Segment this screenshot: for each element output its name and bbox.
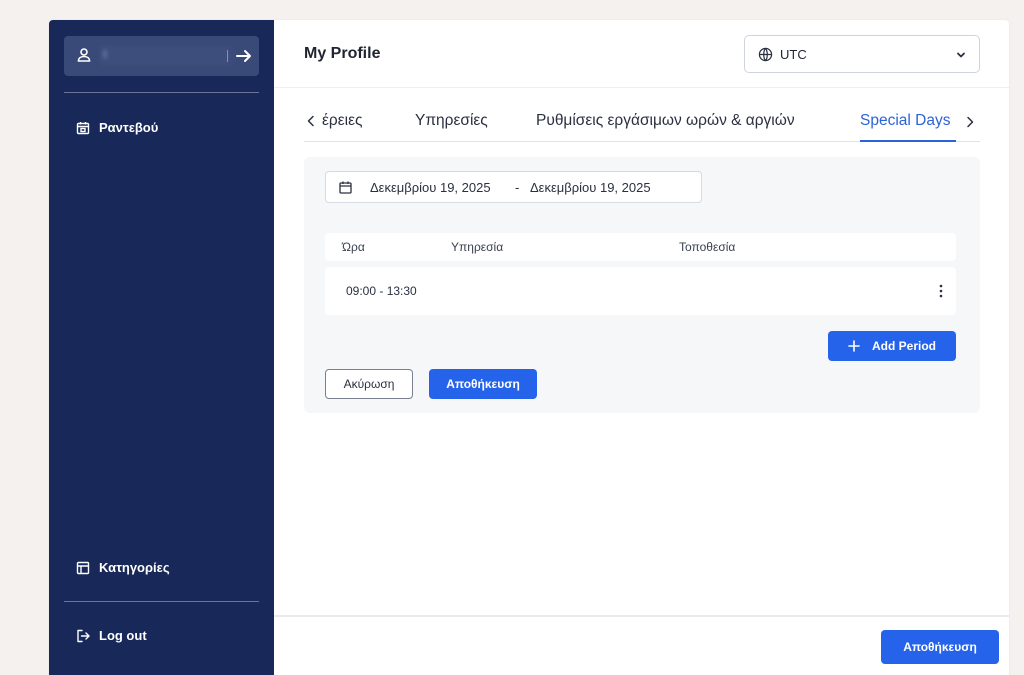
sidebar-divider <box>64 601 259 602</box>
user-box[interactable] <box>64 36 259 76</box>
tab-services[interactable]: Υπηρεσίες <box>415 112 488 130</box>
sidebar-item-appointments[interactable]: Ραντεβού <box>76 120 158 135</box>
collapse-arrow-button[interactable] <box>232 44 256 68</box>
globe-icon <box>758 47 773 62</box>
categories-icon <box>76 561 90 574</box>
date-start: Δεκεμβρίου 19, 2025 <box>370 180 491 195</box>
more-vertical-icon[interactable] <box>934 283 948 299</box>
chevron-left-icon[interactable] <box>304 114 318 128</box>
sidebar-item-label: Ραντεβού <box>99 120 159 135</box>
sidebar-divider <box>64 92 259 93</box>
save-period-button[interactable]: Αποθήκευση <box>429 369 537 399</box>
tab-working-hours[interactable]: Ρυθμίσεις εργάσιμων ωρών & αργιών <box>536 112 795 130</box>
date-separator: - <box>515 180 520 195</box>
active-tab-indicator <box>860 140 956 142</box>
calendar-icon <box>339 181 352 194</box>
sidebar-item-logout[interactable]: Log out <box>76 628 147 643</box>
timezone-value: UTC <box>780 47 807 62</box>
column-header-time: Ώρα <box>342 240 365 254</box>
column-header-service: Υπηρεσία <box>451 240 504 254</box>
app-window: Ραντεβού Κατηγορίες Log out My Profile U… <box>49 20 1009 675</box>
arrow-right-icon <box>236 50 251 62</box>
user-name-redacted <box>100 46 232 66</box>
sidebar-item-categories[interactable]: Κατηγορίες <box>76 560 170 575</box>
chevron-down-icon <box>957 52 965 58</box>
periods-table-header: Ώρα Υπηρεσία Τοποθεσία <box>325 233 956 261</box>
page-title: My Profile <box>304 45 381 62</box>
profile-tabs: έρειες Υπηρεσίες Ρυθμίσεις εργάσιμων ωρώ… <box>304 110 980 142</box>
add-period-button[interactable]: Add Period <box>828 331 956 361</box>
column-header-location: Τοποθεσία <box>679 240 736 254</box>
page-header: My Profile UTC <box>274 20 1009 88</box>
page-footer: Αποθήκευση <box>274 615 1009 675</box>
timezone-select[interactable]: UTC <box>744 35 980 73</box>
calendar-icon <box>76 121 90 134</box>
date-end: Δεκεμβρίου 19, 2025 <box>530 180 651 195</box>
add-period-label: Add Period <box>871 339 936 353</box>
sidebar-item-label: Log out <box>99 628 147 643</box>
tab-special-days[interactable]: Special Days <box>860 112 950 130</box>
chevron-right-icon[interactable] <box>963 115 977 129</box>
logout-icon <box>77 629 90 642</box>
period-time: 09:00 - 13:30 <box>346 284 417 298</box>
plus-icon <box>848 340 860 352</box>
main-content: My Profile UTC έρειες Υπηρεσίες Ρυθμίσει… <box>274 20 1009 675</box>
tab-vacations[interactable]: έρειες <box>322 112 362 130</box>
table-row[interactable]: 09:00 - 13:30 <box>325 267 956 315</box>
special-day-panel: Δεκεμβρίου 19, 2025 - Δεκεμβρίου 19, 202… <box>304 157 980 413</box>
save-button[interactable]: Αποθήκευση <box>881 630 999 664</box>
sidebar-item-label: Κατηγορίες <box>99 560 170 575</box>
cancel-button[interactable]: Ακύρωση <box>325 369 413 399</box>
sidebar: Ραντεβού Κατηγορίες Log out <box>49 20 274 675</box>
date-range-picker[interactable]: Δεκεμβρίου 19, 2025 - Δεκεμβρίου 19, 202… <box>325 171 702 203</box>
user-divider <box>227 50 228 62</box>
user-icon <box>76 47 92 63</box>
